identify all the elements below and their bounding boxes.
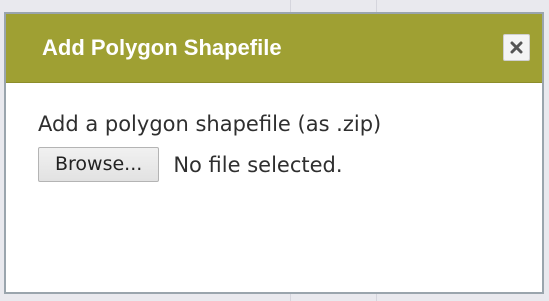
browse-button[interactable]: Browse... xyxy=(38,147,160,182)
dialog-titlebar[interactable]: Add Polygon Shapefile xyxy=(6,14,542,83)
dialog-title: Add Polygon Shapefile xyxy=(42,35,282,60)
upload-prompt: Add a polygon shapefile (as .zip) xyxy=(38,112,382,136)
file-status: No file selected. xyxy=(173,152,343,177)
dialog-body: Add a polygon shapefile (as .zip) Browse… xyxy=(38,110,522,182)
close-button[interactable] xyxy=(503,34,530,61)
close-icon xyxy=(510,41,523,54)
file-input: Browse... No file selected. xyxy=(38,147,522,182)
add-polygon-shapefile-dialog: Add Polygon Shapefile Add a polygon shap… xyxy=(4,12,544,294)
